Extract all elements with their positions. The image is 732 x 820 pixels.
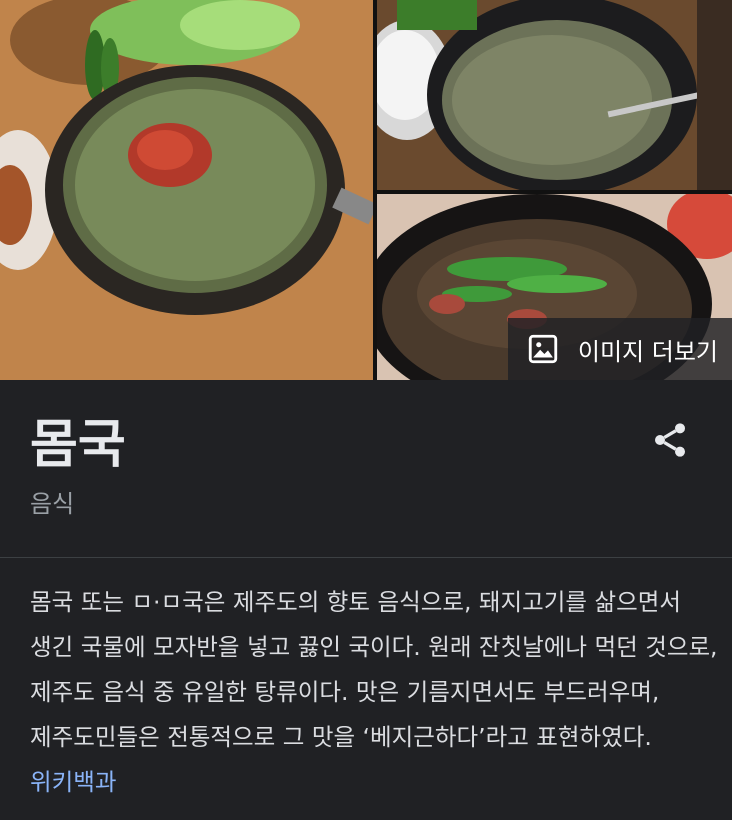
description: 몸국 또는 ㅁ·ㅁ국은 제주도의 향토 음식으로, 돼지고기를 삶으면서 생긴 …	[30, 580, 720, 805]
food-image-main[interactable]	[0, 0, 373, 380]
entity-title: 몸국	[30, 415, 126, 475]
food-photo	[0, 0, 373, 380]
image-icon	[528, 334, 558, 364]
image-gallery: 이미지 더보기	[0, 0, 732, 380]
more-images-label: 이미지 더보기	[577, 337, 718, 366]
entity-subtitle: 음식	[30, 490, 75, 518]
share-button[interactable]	[650, 420, 690, 460]
description-text: 몸국 또는 ㅁ·ㅁ국은 제주도의 향토 음식으로, 돼지고기를 삶으면서 생긴 …	[30, 588, 718, 751]
food-image-green-onion[interactable]: 이미지 더보기	[377, 194, 732, 380]
food-photo	[377, 0, 732, 190]
divider	[0, 557, 732, 558]
wikipedia-link[interactable]: 위키백과	[30, 768, 116, 796]
entity-header: 몸국 음식	[0, 380, 732, 558]
share-icon	[655, 423, 685, 457]
food-image-rice[interactable]	[377, 0, 732, 190]
more-images-button[interactable]: 이미지 더보기	[507, 318, 732, 380]
